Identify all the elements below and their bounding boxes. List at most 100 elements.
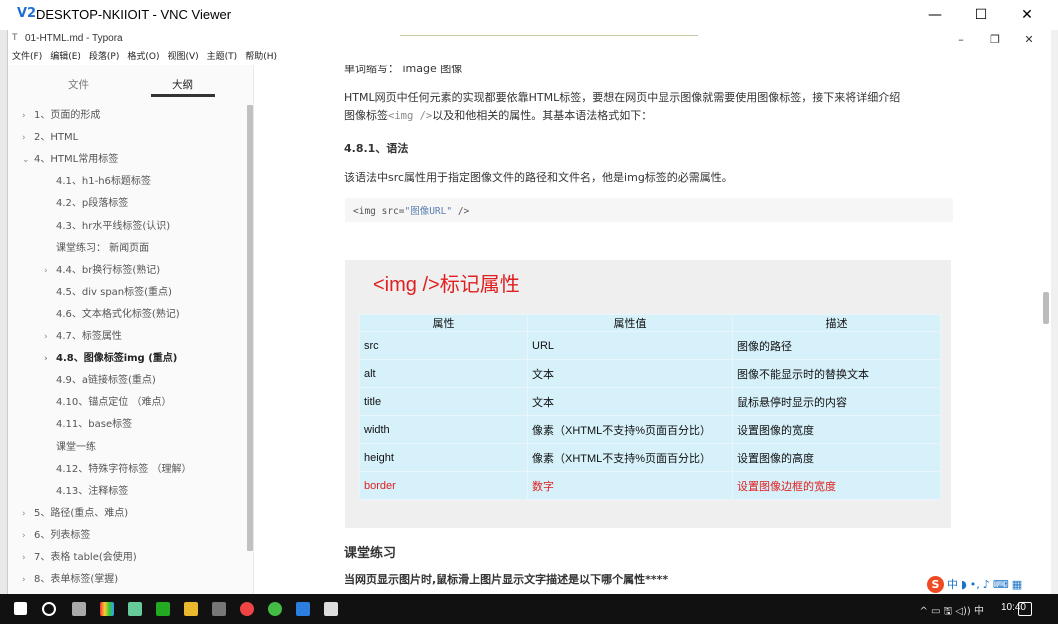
table-row: width 像素（XHTML不支持%页面百分比） 设置图像的宽度: [359, 415, 941, 444]
outline-item[interactable]: 4.9、a链接标签(重点): [44, 374, 156, 388]
notification-icon[interactable]: [1018, 602, 1032, 616]
attribute-table: 属性 属性值 描述 src URL 图像的路径 alt 文本 图像不能显示时的替换文本 ti…: [359, 314, 941, 500]
outline-item[interactable]: › 1、页面的形成: [22, 109, 100, 123]
punct-icon[interactable]: •,: [970, 578, 980, 591]
heading-syntax: 4.8.1、语法: [344, 142, 409, 155]
outline-item[interactable]: 课堂练习： 新闻页面: [44, 242, 149, 256]
ime-toolbar[interactable]: S 中 ◗ •, ♪ ⌨ ▦: [927, 574, 1049, 594]
outline-item[interactable]: › 2、HTML: [22, 131, 78, 145]
outline-item[interactable]: 4.3、hr水平线标签(认识): [44, 220, 170, 234]
vnc-minimize-button[interactable]: —: [912, 0, 958, 30]
calculator-icon[interactable]: [72, 602, 86, 616]
chevron-icon[interactable]: ⌄: [22, 153, 34, 167]
table-header: 属性值: [527, 314, 733, 332]
chevron-icon[interactable]: ›: [22, 573, 34, 587]
table-cell: alt: [359, 359, 528, 388]
outline-item[interactable]: 4.2、p段落标签: [44, 197, 128, 211]
vnc-close-button[interactable]: ✕: [1004, 0, 1050, 30]
sidebar: 文件 大纲 › 1、页面的形成 › 2、HTML ⌄ 4、HTML常用标签 4.1、h1-h…: [8, 65, 254, 594]
chevron-icon[interactable]: ›: [22, 551, 34, 565]
intro-paragraph-line-2: 图像标签<img />以及和他相关的属性。其基本语法格式如下：: [344, 108, 652, 124]
app-icon-1[interactable]: [128, 602, 142, 616]
outline-item[interactable]: 4.10、锚点定位 （难点）: [44, 396, 171, 410]
table-row: title 文本 鼠标悬停时显示的内容: [359, 387, 941, 416]
app-icon-4[interactable]: [268, 602, 282, 616]
tab-files[interactable]: 文件: [68, 77, 89, 92]
outline-item[interactable]: 4.6、文本格式化标签(熟记): [44, 308, 180, 322]
keyboard-icon[interactable]: ⌨: [993, 578, 1009, 591]
color-picker-icon[interactable]: [100, 602, 114, 616]
chevron-icon[interactable]: ›: [22, 507, 34, 521]
typora-close-button[interactable]: ✕: [1012, 30, 1046, 48]
typora-minimize-button[interactable]: –: [944, 30, 978, 48]
table-cell: height: [359, 443, 528, 472]
grid-icon[interactable]: ▦: [1012, 578, 1022, 591]
outline-item[interactable]: › 7、表格 table(会使用): [22, 551, 137, 565]
menu-help[interactable]: 帮助(H): [241, 49, 281, 65]
table-header: 属性: [359, 314, 528, 332]
chevron-icon[interactable]: ›: [22, 131, 34, 145]
outline-item[interactable]: 4.12、特殊字符标签 （理解）: [44, 463, 191, 477]
moon-icon[interactable]: ◗: [961, 578, 967, 591]
vscode-icon[interactable]: [296, 602, 310, 616]
menu-theme[interactable]: 主题(T): [203, 49, 242, 65]
chrome-icon[interactable]: [240, 602, 254, 616]
outline-item[interactable]: › 4.4、br换行标签(熟记): [44, 264, 160, 278]
outline-item-label: 4、HTML常用标签: [34, 154, 119, 166]
vnc-maximize-button[interactable]: ☐: [958, 0, 1004, 30]
menu-view[interactable]: 视图(V): [163, 49, 202, 65]
typora-taskbar-icon[interactable]: [324, 602, 338, 616]
search-icon[interactable]: [42, 602, 56, 616]
system-tray[interactable]: ^ ▭ 🖫 ◁)) 中: [919, 602, 984, 621]
menu-format[interactable]: 格式(O): [123, 49, 163, 65]
outline-item[interactable]: 4.13、注释标签: [44, 485, 128, 499]
outline-item[interactable]: 课堂一练: [44, 441, 96, 455]
outline-item[interactable]: › 4.7、标签属性: [44, 330, 122, 344]
outline-item[interactable]: ⌄ 4、HTML常用标签: [22, 153, 118, 167]
chevron-icon[interactable]: ›: [22, 529, 34, 543]
chevron-icon[interactable]: ›: [44, 264, 56, 278]
table-cell: 像素（XHTML不支持%页面百分比）: [527, 443, 733, 472]
chevron-icon[interactable]: ›: [44, 330, 56, 344]
table-cell: width: [359, 415, 528, 444]
mic-icon[interactable]: ♪: [983, 578, 990, 591]
taskbar: ^ ▭ 🖫 ◁)) 中 10:40: [0, 594, 1058, 624]
menu-file[interactable]: 文件(F): [8, 49, 46, 65]
outline-item-label: 4.7、标签属性: [56, 331, 122, 342]
table-header: 描述: [732, 314, 941, 332]
outline-item-label: 课堂练习： 新闻页面: [56, 242, 150, 254]
chevron-icon[interactable]: ›: [22, 109, 34, 123]
outline-item-label: 8、表单标签(掌握): [34, 574, 119, 586]
app-icon-3[interactable]: [212, 602, 226, 616]
chevron-icon[interactable]: ›: [44, 352, 56, 366]
outline-item-label: 2、HTML: [34, 132, 79, 144]
table-cell: 数字: [527, 471, 733, 500]
outline-item[interactable]: › 4.8、图像标签img (重点): [44, 352, 177, 366]
editor-content[interactable]: 单词缩写： image 图像 HTML网页中任何元素的实现都要依靠HTML标签，…: [255, 65, 1045, 594]
outline-item[interactable]: 4.11、base标签: [44, 418, 132, 432]
start-icon[interactable]: [14, 602, 27, 615]
outline-item[interactable]: 4.1、h1-h6标题标签: [44, 175, 151, 189]
word-abbr-text: 单词缩写： image 图像: [344, 65, 463, 75]
menu-paragraph[interactable]: 段落(P): [85, 49, 123, 65]
outline-item-label: 4.9、a链接标签(重点): [56, 375, 156, 387]
tab-outline[interactable]: 大纲: [172, 77, 193, 92]
editor-scrollbar[interactable]: [1043, 292, 1049, 324]
code-block[interactable]: <img src="图像URL" />: [345, 198, 953, 222]
tab-active-indicator: [151, 94, 215, 97]
outline-item[interactable]: 4.5、div span标签(重点): [44, 286, 172, 300]
typora-restore-button[interactable]: ❐: [978, 30, 1012, 48]
outline-item[interactable]: › 5、路径(重点、难点): [22, 507, 128, 521]
sidebar-scrollbar[interactable]: [247, 105, 253, 551]
file-explorer-icon[interactable]: [184, 602, 198, 616]
outline-item[interactable]: › 8、表单标签(掌握): [22, 573, 118, 587]
menu-bar: 文件(F) 编辑(E) 段落(P) 格式(O) 视图(V) 主题(T) 帮助(H…: [8, 49, 1051, 65]
menu-edit[interactable]: 编辑(E): [46, 49, 85, 65]
intro-paragraph-line-1: HTML网页中任何元素的实现都要依靠HTML标签，要想在网页中显示图像就需要使用…: [344, 91, 901, 104]
app-icon-2[interactable]: [156, 602, 170, 616]
ime-lang[interactable]: 中: [947, 576, 958, 592]
outline-item-label: 4.12、特殊字符标签 （理解）: [56, 463, 192, 475]
outline-item-label: 4.6、文本格式化标签(熟记): [56, 308, 180, 320]
outline-item[interactable]: › 6、列表标签: [22, 529, 90, 543]
desktop-edge-right: [1051, 30, 1058, 594]
